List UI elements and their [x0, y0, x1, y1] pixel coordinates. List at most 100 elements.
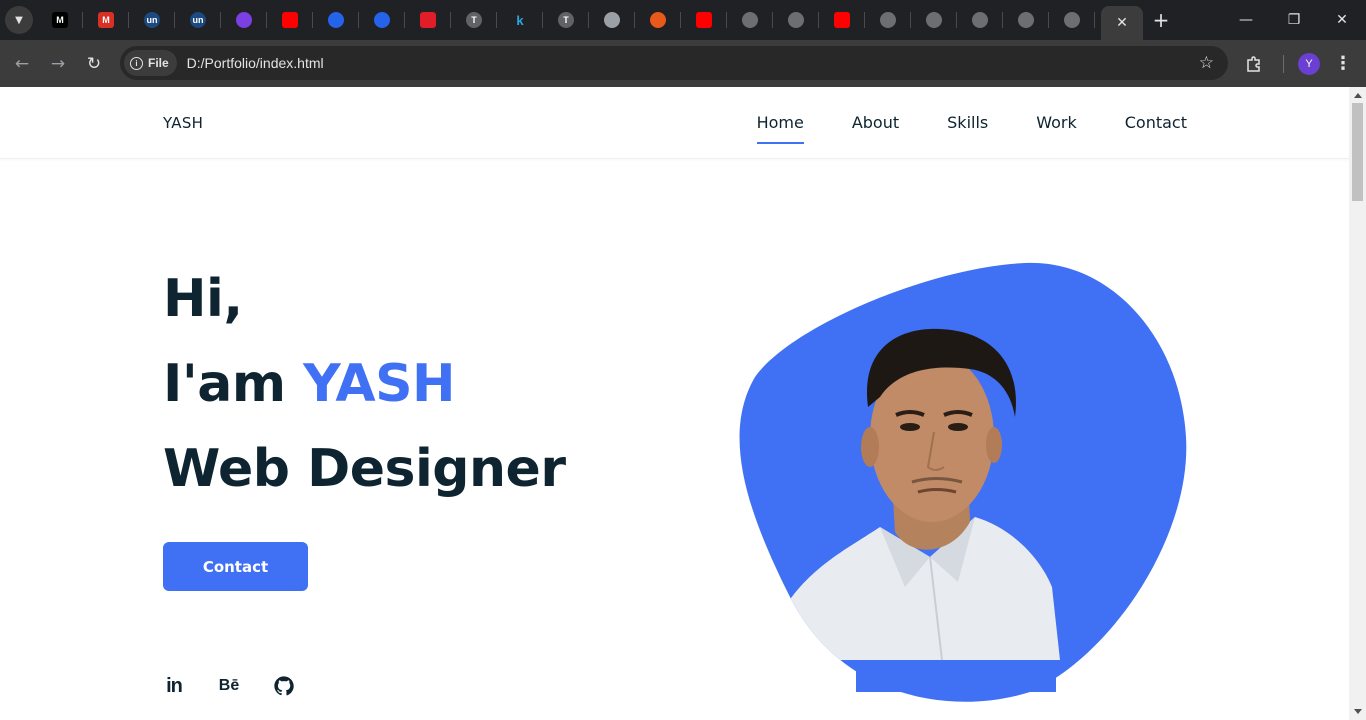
- hero-intro-prefix: I'am: [163, 354, 304, 414]
- hero-greeting: Hi,: [163, 269, 243, 329]
- github-logo-shape: [274, 676, 294, 696]
- browser-tab[interactable]: k: [497, 0, 543, 40]
- info-icon: i: [130, 56, 143, 70]
- close-window-button[interactable]: ✕: [1318, 0, 1366, 40]
- behance-icon[interactable]: Bē: [218, 675, 240, 697]
- browser-tab[interactable]: T: [451, 0, 497, 40]
- browser-tab[interactable]: [681, 0, 727, 40]
- t-circle-icon: T: [466, 12, 482, 28]
- browser-tab[interactable]: T: [543, 0, 589, 40]
- unstop-icon: un: [144, 12, 160, 28]
- hero-role: Web Designer: [163, 439, 566, 499]
- browser-tab[interactable]: [773, 0, 819, 40]
- globe-icon: [1064, 12, 1080, 28]
- page-viewport: YASH Home About Skills Work Contact Hi, I'am…: [0, 87, 1349, 720]
- hero-image: [730, 257, 1200, 707]
- scroll-up-arrow-icon[interactable]: [1354, 93, 1362, 98]
- forward-button[interactable]: →: [40, 46, 76, 82]
- browser-menu-button[interactable]: ⋮: [1328, 49, 1358, 79]
- browser-tab[interactable]: [359, 0, 405, 40]
- reload-button[interactable]: ↻: [76, 46, 112, 82]
- gmail-icon: M: [98, 12, 114, 28]
- browser-tab[interactable]: un: [129, 0, 175, 40]
- site-info-chip[interactable]: i File: [124, 50, 177, 76]
- browser-tab[interactable]: [911, 0, 957, 40]
- browser-tab[interactable]: [819, 0, 865, 40]
- browser-tab[interactable]: [957, 0, 1003, 40]
- browser-tab[interactable]: [589, 0, 635, 40]
- unstop-icon: un: [190, 12, 206, 28]
- toolbar-separator: [1283, 54, 1284, 73]
- scroll-down-arrow-icon[interactable]: [1354, 709, 1362, 714]
- globe-icon: [972, 12, 988, 28]
- hero-name: YASH: [303, 354, 456, 414]
- k-logo-icon: k: [512, 12, 528, 28]
- nav-home[interactable]: Home: [756, 113, 805, 144]
- browser-tab[interactable]: [405, 0, 451, 40]
- back-arrow-icon: ←: [14, 53, 30, 74]
- restore-button[interactable]: ❐: [1270, 0, 1318, 40]
- puzzle-icon: [1247, 55, 1260, 72]
- globe-icon: [880, 12, 896, 28]
- globe-icon: [1018, 12, 1034, 28]
- social-links: in Bē: [163, 675, 295, 697]
- scrollbar-thumb[interactable]: [1352, 103, 1363, 201]
- browser-tab[interactable]: [221, 0, 267, 40]
- site-logo[interactable]: YASH: [163, 114, 203, 132]
- browser-tab[interactable]: [313, 0, 359, 40]
- nav-contact[interactable]: Contact: [1125, 113, 1187, 132]
- extensions-button[interactable]: [1239, 49, 1269, 79]
- globe-icon: [788, 12, 804, 28]
- nav-skills[interactable]: Skills: [947, 113, 988, 132]
- browser-tab[interactable]: M: [37, 0, 83, 40]
- active-tab[interactable]: ✕: [1101, 6, 1143, 40]
- main-nav: Home About Skills Work Contact: [756, 113, 1187, 144]
- forward-arrow-icon: →: [50, 53, 66, 74]
- browser-tab[interactable]: [1003, 0, 1049, 40]
- profile-avatar[interactable]: Y: [1298, 52, 1320, 75]
- medium-icon: M: [52, 12, 68, 28]
- nav-about[interactable]: About: [852, 113, 899, 132]
- bookmark-app-icon: [374, 12, 390, 28]
- site-info-label: File: [148, 56, 169, 70]
- browser-tab[interactable]: [727, 0, 773, 40]
- address-bar[interactable]: i File D:/Portfolio/index.html ☆: [120, 46, 1228, 80]
- browser-tab[interactable]: M: [83, 0, 129, 40]
- url-text[interactable]: D:/Portfolio/index.html: [187, 55, 324, 71]
- browser-tab[interactable]: [1049, 0, 1095, 40]
- profile-blob-graphic: [739, 262, 1187, 702]
- browser-tab[interactable]: un: [175, 0, 221, 40]
- close-tab-icon[interactable]: ✕: [1116, 15, 1128, 31]
- back-button[interactable]: ←: [4, 46, 40, 82]
- toolbar-right: Y ⋮: [1239, 40, 1358, 87]
- tab-list: M Mun un Tk T: [37, 0, 1095, 40]
- site-header: YASH Home About Skills Work Contact: [0, 87, 1349, 159]
- contact-button[interactable]: Contact: [163, 542, 308, 591]
- bookmark-star-icon[interactable]: ☆: [1199, 53, 1214, 73]
- new-tab-button[interactable]: +: [1143, 8, 1179, 32]
- browser-tab[interactable]: [865, 0, 911, 40]
- browser-tab-strip: ▼ M Mun un Tk T ✕ + — ❐ ✕: [0, 0, 1366, 40]
- globe-icon: [926, 12, 942, 28]
- minimize-button[interactable]: —: [1222, 0, 1270, 40]
- browser-tab[interactable]: [635, 0, 681, 40]
- hero-intro: I'am YASH: [163, 342, 565, 427]
- arc-icon: [650, 12, 666, 28]
- globe-icon: [742, 12, 758, 28]
- browser-toolbar: ← → ↻ i File D:/Portfolio/index.html ☆ Y…: [0, 40, 1366, 87]
- v-logo-icon: [420, 12, 436, 28]
- linkedin-icon[interactable]: in: [163, 675, 185, 697]
- github-icon[interactable]: [273, 675, 295, 697]
- chrome-icon: [604, 12, 620, 28]
- hero-text: Hi, I'am YASH Web Designer: [163, 257, 566, 512]
- youtube-icon: [696, 12, 712, 28]
- browser-tab[interactable]: [267, 0, 313, 40]
- swirl-icon: [236, 12, 252, 28]
- window-controls: — ❐ ✕: [1222, 0, 1366, 40]
- page-scrollbar[interactable]: [1349, 87, 1366, 720]
- youtube-icon: [834, 12, 850, 28]
- tab-search-button[interactable]: ▼: [5, 6, 33, 34]
- reload-icon: ↻: [86, 53, 102, 74]
- chevron-down-icon: ▼: [15, 14, 23, 26]
- nav-work[interactable]: Work: [1036, 113, 1077, 132]
